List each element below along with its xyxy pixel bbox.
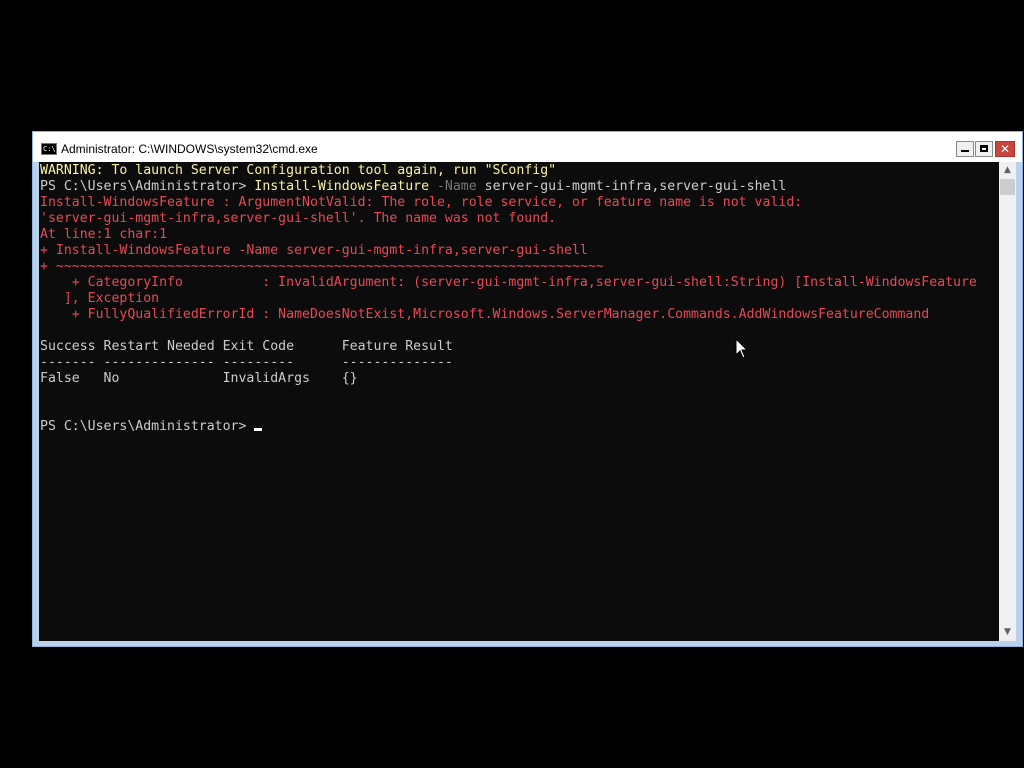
error-line: + ~~~~~~~~~~~~~~~~~~~~~~~~~~~~~~~~~~~~~~…	[40, 259, 604, 274]
final-prompt-line: PS C:\Users\Administrator>	[40, 419, 263, 435]
command-line: PS C:\Users\Administrator> Install-Windo…	[40, 179, 786, 195]
error-line: At line:1 char:1	[40, 227, 168, 242]
result-table-row: False No InvalidArgs {}	[40, 371, 358, 386]
result-table-header: Success Restart Needed Exit Code Feature…	[40, 339, 453, 354]
close-button[interactable]: ✕	[995, 141, 1015, 157]
maximize-button[interactable]	[975, 141, 993, 157]
cmdlet-text: Install-WindowsFeature	[254, 179, 430, 194]
args-text: server-gui-mgmt-infra,server-gui-shell	[476, 179, 787, 194]
cmd-window: C:\ Administrator: C:\WINDOWS\system32\c…	[32, 131, 1023, 647]
mouse-pointer-icon	[735, 338, 749, 359]
console-app-icon-text: C:\	[43, 145, 56, 153]
minimize-button[interactable]	[956, 141, 974, 157]
prompt-text: PS C:\Users\Administrator>	[40, 419, 255, 434]
error-line: 'server-gui-mgmt-infra,server-gui-shell'…	[40, 211, 557, 226]
param-text: -Name	[429, 179, 477, 194]
minimize-icon	[961, 150, 969, 152]
close-icon: ✕	[999, 142, 1011, 156]
error-line: ], Exception	[40, 291, 160, 306]
console-output-area[interactable]: WARNING: To launch Server Configuration …	[39, 162, 999, 641]
scroll-thumb[interactable]	[1000, 179, 1015, 195]
vertical-scrollbar[interactable]: ▲ ▼	[999, 162, 1016, 641]
result-table-separator: ------- -------------- --------- -------…	[40, 355, 453, 370]
maximize-icon	[980, 145, 988, 152]
scroll-up-arrow-icon[interactable]: ▲	[999, 162, 1016, 179]
error-line: + FullyQualifiedErrorId : NameDoesNotExi…	[40, 307, 930, 322]
error-line: Install-WindowsFeature : ArgumentNotVali…	[40, 195, 803, 210]
error-line: + CategoryInfo : InvalidArgument: (serve…	[40, 275, 977, 290]
error-line: + Install-WindowsFeature -Name server-gu…	[40, 243, 588, 258]
scroll-down-arrow-icon[interactable]: ▼	[999, 624, 1016, 641]
text-cursor	[254, 428, 263, 431]
title-bar[interactable]: C:\ Administrator: C:\WINDOWS\system32\c…	[33, 132, 1022, 162]
warning-line: WARNING: To launch Server Configuration …	[40, 163, 557, 178]
window-title: Administrator: C:\WINDOWS\system32\cmd.e…	[61, 142, 318, 156]
prompt-text: PS C:\Users\Administrator>	[40, 179, 255, 194]
console-app-icon[interactable]: C:\	[41, 143, 57, 155]
